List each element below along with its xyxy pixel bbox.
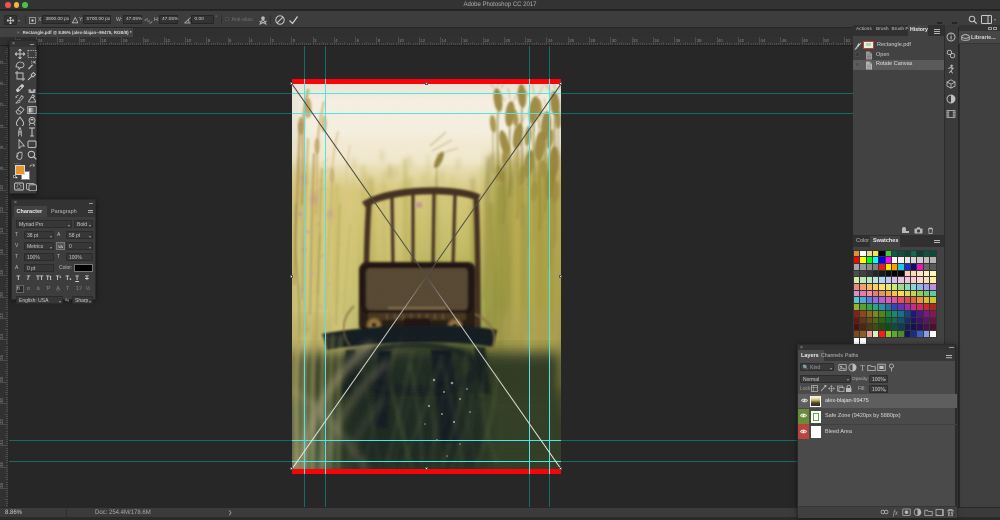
- svg-text:T: T: [860, 363, 865, 371]
- svg-text:fx: fx: [893, 509, 899, 517]
